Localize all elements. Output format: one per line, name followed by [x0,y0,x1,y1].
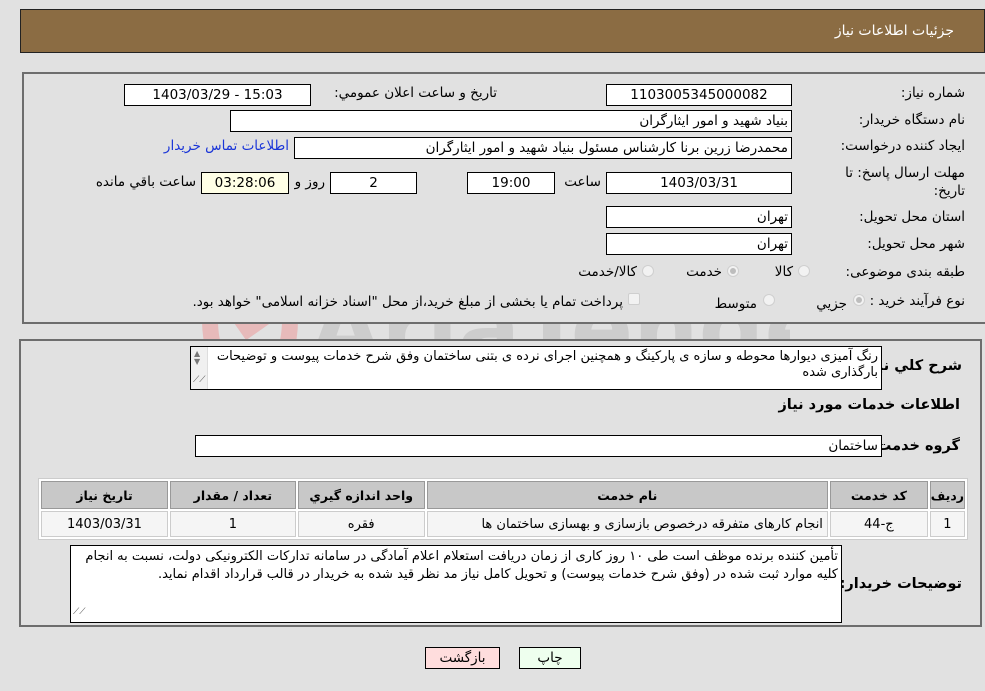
cell-quantity: 1 [169,511,296,537]
col-row-number: رديف [929,481,965,509]
resize-grip-icon[interactable]: ⟋⟋ [73,603,86,621]
col-need-date: تاريخ نياز [41,481,168,509]
treasury-note: پرداخت تمام یا بخشی از مبلغ خرید،از محل … [192,294,623,310]
category-radio-goods[interactable] [798,265,810,277]
category-radio-service[interactable] [727,265,739,277]
announce-datetime-label: تاريخ و ساعت اعلان عمومي: [334,85,497,101]
need-number-field[interactable]: 1103005345000082 [606,84,792,106]
need-info-panel: شماره نیاز: 1103005345000082 تاريخ و ساع… [22,72,985,324]
cell-unit: فقره [297,511,425,537]
description-textarea[interactable]: ▲ ▼ ⟋⟋ رنگ آمیزی دیوارها محوطه و سازه ی پ… [190,346,882,390]
service-group-field[interactable]: ساختمان [195,435,882,457]
buyer-contact-link[interactable]: اطلاعات تماس خريدار [164,138,289,154]
service-group-label: گروه خدمت: [870,438,960,454]
remaining-time-field: 03:28:06 [201,172,289,194]
need-number-label: شماره نیاز: [900,85,965,101]
buyer-org-label: نام دستگاه خريدار: [858,112,965,128]
purchase-type-option-minor: جزيي [816,296,847,312]
cell-row-number: 1 [929,511,965,537]
days-label: روز و [294,174,325,190]
category-radio-goods-service[interactable] [642,265,654,277]
services-panel: شرح کلي نياز: ▲ ▼ ⟋⟋ رنگ آمیزی دیوارها مح… [19,339,982,627]
category-label: طبقه بندی موضوعی: [845,264,965,280]
cell-service-name: انجام کارهای متفرقه درخصوص بازسازی و بهس… [426,511,828,537]
purchase-type-radio-minor[interactable] [853,294,865,306]
deadline-time-label: ساعت [564,174,601,190]
city-label: شهر محل تحويل: [867,236,965,252]
purchase-type-radio-medium[interactable] [763,294,775,306]
back-button[interactable]: بازگشت [425,647,500,669]
buyer-notes-textarea[interactable]: ⟋⟋ تأمین کننده برنده موظف است طی ۱۰ روز … [70,545,842,623]
requester-label: ايجاد کننده درخواست: [840,138,965,154]
days-remaining-field[interactable]: 2 [330,172,417,194]
category-option-goods-service: کالا/خدمت [578,264,637,280]
category-option-service: خدمت [686,264,722,280]
services-section-title: اطلاعات خدمات مورد نياز [778,397,960,413]
page-title: جزئیات اطلاعات نیاز [834,23,954,39]
purchase-type-label: نوع فرآيند خريد : [869,293,965,309]
col-unit: واحد اندازه گيري [297,481,425,509]
description-text: رنگ آمیزی دیوارها محوطه و سازه ی پارکینگ… [216,349,878,380]
deadline-date-field[interactable]: 1403/03/31 [606,172,792,194]
province-field[interactable]: تهران [606,206,792,228]
buyer-notes-label: توضيحات خريدار: [839,576,962,592]
print-button[interactable]: چاپ [519,647,581,669]
table-header-row: رديف کد خدمت نام خدمت واحد اندازه گيري ت… [41,481,965,509]
requester-field[interactable]: محمدرضا زرین برنا کارشناس مسئول بنیاد شه… [294,137,792,159]
page-header: جزئیات اطلاعات نیاز [20,9,985,53]
city-field[interactable]: تهران [606,233,792,255]
cell-need-date: 1403/03/31 [41,511,168,537]
col-service-code: کد خدمت [829,481,928,509]
province-label: استان محل تحويل: [859,209,965,225]
services-table: رديف کد خدمت نام خدمت واحد اندازه گيري ت… [38,478,968,540]
col-service-name: نام خدمت [426,481,828,509]
treasury-checkbox[interactable] [628,293,640,305]
cell-service-code: ج-44 [829,511,928,537]
deadline-time-field[interactable]: 19:00 [467,172,555,194]
purchase-type-option-medium: متوسط [714,296,757,312]
resize-grip-icon[interactable]: ⟋⟋ [193,372,206,388]
announce-datetime-field[interactable]: 1403/03/29 - 15:03 [124,84,311,106]
table-row: 1 ج-44 انجام کارهای متفرقه درخصوص بازساز… [41,511,965,537]
deadline-label: مهلت ارسال پاسخ: تا تاريخ: [845,165,965,199]
scroll-arrows-icon: ▲ ▼ [194,349,201,366]
category-option-goods: کالا [774,264,793,280]
remaining-time-label: ساعت باقي مانده [95,174,196,190]
col-quantity: تعداد / مقدار [169,481,296,509]
buyer-org-field[interactable]: بنیاد شهید و امور ایثارگران [230,110,792,132]
buyer-notes-text: تأمین کننده برنده موظف است طی ۱۰ روز کار… [85,549,838,582]
